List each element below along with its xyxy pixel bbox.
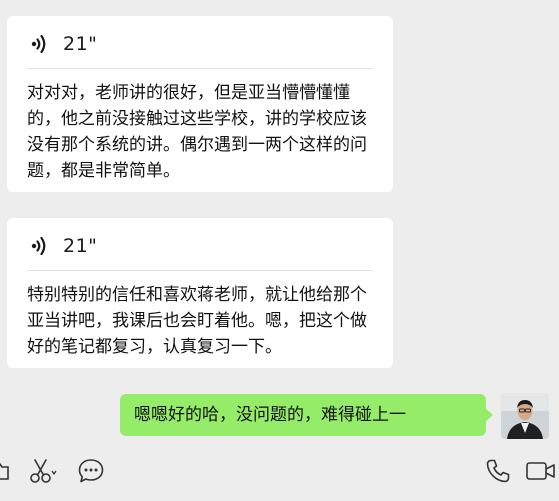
bubble-tail <box>485 408 493 422</box>
voice-duration: 21" <box>63 33 98 55</box>
voice-wave-icon <box>31 34 46 54</box>
voice-transcript-text: 对对对，老师讲的很好，但是亚当懵懵懂懂的，他之前没接触过这些学校，讲的学校应该没… <box>27 83 367 181</box>
folder-icon[interactable] <box>0 456 12 486</box>
bubble-divider <box>27 270 373 271</box>
outgoing-message-bubble[interactable]: 嗯嗯好的哈，没问题的，难得碰上一 <box>120 394 493 436</box>
person-avatar-icon <box>501 393 549 439</box>
chat-bubble-icon[interactable] <box>77 456 105 486</box>
scissors-icon[interactable] <box>28 456 58 486</box>
phone-icon[interactable] <box>484 456 512 486</box>
avatar[interactable] <box>501 393 549 439</box>
voice-wave-icon <box>31 236 46 256</box>
voice-message-bubble-1[interactable]: 21" 对对对，老师讲的很好，但是亚当懵懵懂懂的，他之前没接触过这些学校，讲的学… <box>7 16 393 192</box>
voice-duration: 21" <box>63 235 98 257</box>
bubble-divider <box>27 68 373 69</box>
chat-toolbar <box>0 452 559 501</box>
voice-play-control[interactable]: 21" <box>31 30 97 58</box>
voice-message-bubble-2[interactable]: 21" 特别特别的信任和喜欢蒋老师，就让他给那个亚当讲吧，我课后也会盯着他。嗯，… <box>7 218 393 368</box>
voice-play-control[interactable]: 21" <box>31 232 97 260</box>
outgoing-message-text: 嗯嗯好的哈，没问题的，难得碰上一 <box>134 405 406 425</box>
voice-transcript-text: 特别特别的信任和喜欢蒋老师，就让他给那个亚当讲吧，我课后也会盯着他。嗯，把这个做… <box>27 285 367 357</box>
video-call-icon[interactable] <box>525 456 557 486</box>
